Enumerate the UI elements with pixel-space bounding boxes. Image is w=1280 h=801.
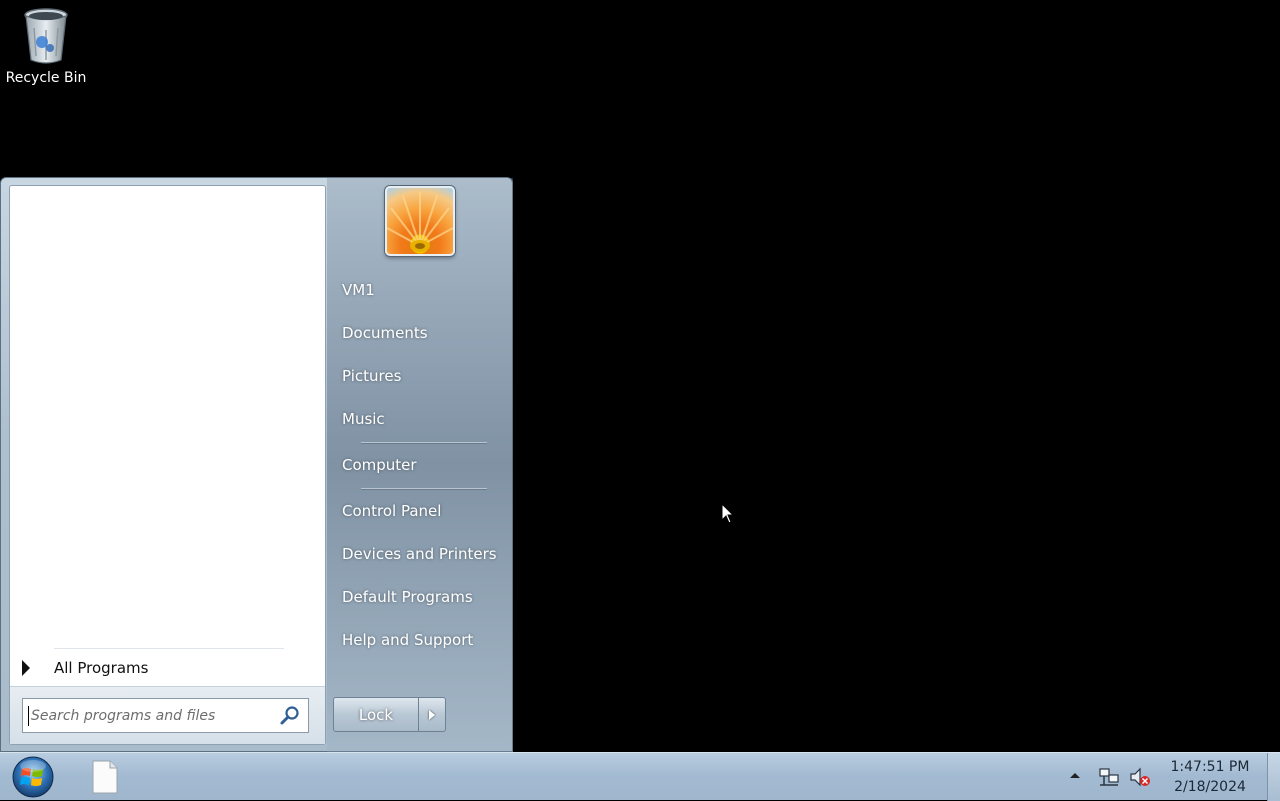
desktop-icon-label: Recycle Bin	[5, 70, 87, 86]
right-item-label: VM1	[342, 281, 375, 299]
right-item-music[interactable]: Music	[342, 402, 507, 436]
right-item-label: Pictures	[342, 367, 402, 385]
desktop-icon-recycle-bin[interactable]: Recycle Bin	[4, 6, 88, 92]
volume-muted-icon[interactable]	[1129, 767, 1151, 787]
flower-user-picture	[387, 192, 453, 252]
search-box[interactable]	[22, 698, 309, 733]
right-item-help-and-support[interactable]: Help and Support	[342, 623, 507, 657]
right-item-label: Control Panel	[342, 502, 442, 520]
show-desktop-button[interactable]	[1267, 753, 1280, 801]
right-item-label: Devices and Printers	[342, 545, 497, 563]
network-icon[interactable]	[1098, 767, 1120, 787]
clock[interactable]: 1:47:51 PM 2/18/2024	[1162, 757, 1258, 797]
all-programs-label: All Programs	[54, 659, 149, 677]
recycle-bin-icon	[24, 8, 68, 64]
search-input[interactable]	[23, 700, 278, 731]
clock-time: 1:47:51 PM	[1170, 759, 1250, 775]
blank-document-icon	[92, 760, 118, 794]
right-item-user[interactable]: VM1	[342, 273, 507, 307]
start-menu-right-pane: VM1 Documents Pictures Music Computer Co…	[327, 178, 513, 753]
arrow-right-icon	[429, 709, 435, 720]
start-button[interactable]	[10, 756, 56, 798]
right-pane-divider	[361, 488, 487, 489]
taskbar: 1:47:51 PM 2/18/2024	[0, 752, 1280, 801]
text-caret	[28, 706, 29, 726]
all-programs-button[interactable]: All Programs	[18, 654, 318, 682]
right-item-control-panel[interactable]: Control Panel	[342, 494, 507, 528]
show-hidden-icons-arrow[interactable]	[1070, 773, 1080, 778]
programs-list	[10, 186, 325, 646]
right-item-pictures[interactable]: Pictures	[342, 359, 507, 393]
search-strip	[10, 686, 325, 744]
all-programs-divider	[54, 648, 284, 649]
right-item-devices-and-printers[interactable]: Devices and Printers	[342, 537, 507, 571]
right-item-label: Help and Support	[342, 631, 474, 649]
taskbar-document-button[interactable]	[88, 759, 122, 795]
right-item-documents[interactable]: Documents	[342, 316, 507, 350]
right-item-label: Default Programs	[342, 588, 473, 606]
right-item-label: Documents	[342, 324, 428, 342]
shutdown-options-button[interactable]	[418, 697, 446, 732]
right-pane-divider	[361, 442, 487, 443]
right-item-label: Computer	[342, 456, 417, 474]
right-item-default-programs[interactable]: Default Programs	[342, 580, 507, 614]
mouse-cursor-icon	[721, 503, 735, 524]
clock-date: 2/18/2024	[1174, 779, 1246, 795]
search-icon[interactable]	[278, 704, 302, 728]
start-menu-left-pane: All Programs	[9, 185, 326, 745]
right-item-computer[interactable]: Computer	[342, 448, 507, 482]
lock-button[interactable]: Lock	[333, 697, 419, 732]
arrow-right-icon	[22, 660, 30, 676]
right-item-label: Music	[342, 410, 385, 428]
start-menu: All Programs Search programs and files V…	[0, 177, 513, 753]
user-picture[interactable]	[385, 186, 455, 256]
lock-label: Lock	[358, 705, 394, 724]
